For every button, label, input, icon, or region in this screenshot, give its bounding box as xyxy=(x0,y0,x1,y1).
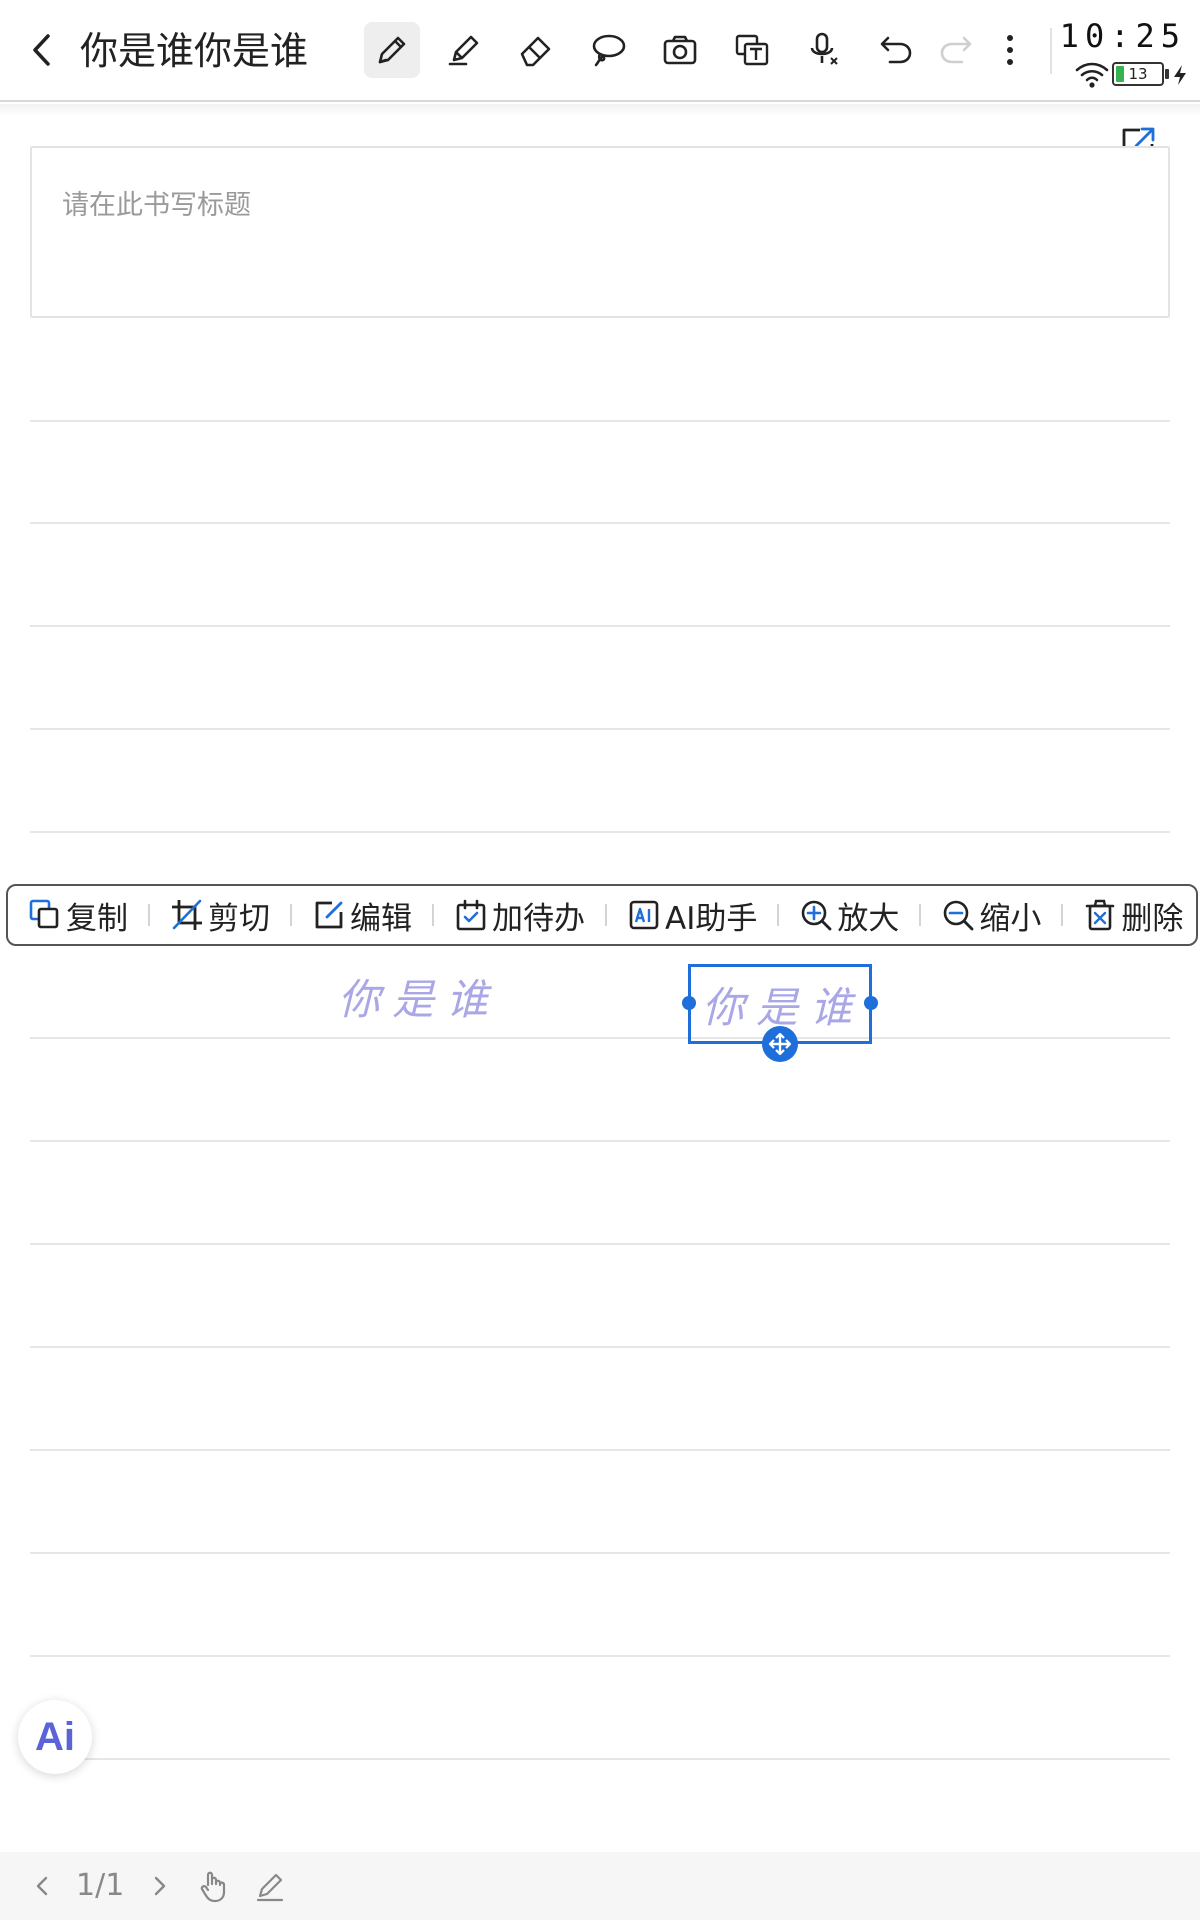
move-handle[interactable] xyxy=(762,1026,798,1062)
ai-icon xyxy=(629,900,659,930)
ruled-line xyxy=(30,1346,1170,1348)
note-canvas[interactable] xyxy=(0,104,1200,1852)
menu-separator xyxy=(919,904,922,926)
selection-context-menu: 复制 剪切 编辑 加待办 AI助手 放大 缩小 删除 xyxy=(6,884,1198,946)
pencil-icon xyxy=(256,1873,284,1902)
chevron-left-icon xyxy=(36,1876,48,1896)
lasso-icon xyxy=(592,34,626,67)
crop-icon xyxy=(172,899,202,930)
note-title[interactable]: 你是谁你是谁 xyxy=(80,26,308,76)
redo-button[interactable] xyxy=(928,22,984,78)
ruled-line xyxy=(30,1758,1170,1760)
toolbar-divider xyxy=(1050,28,1052,74)
back-button[interactable] xyxy=(22,30,62,70)
ruled-line xyxy=(30,420,1170,422)
ai-floating-button[interactable]: Ai xyxy=(18,1700,92,1774)
ruled-line xyxy=(30,1552,1170,1554)
ruled-line xyxy=(30,1140,1170,1142)
delete-label: 删除 xyxy=(1121,900,1184,937)
menu-separator xyxy=(1061,904,1064,926)
chevron-right-icon xyxy=(154,1876,166,1896)
microphone-icon xyxy=(810,32,838,65)
add-todo-label: 加待办 xyxy=(492,900,585,937)
title-input[interactable] xyxy=(60,180,1060,230)
eraser-icon xyxy=(520,36,551,67)
pen-tool-button[interactable] xyxy=(364,22,420,78)
hand-mode-button[interactable] xyxy=(196,1868,232,1904)
ai-assistant-label: AI助手 xyxy=(665,900,758,937)
todo-icon xyxy=(456,899,486,931)
undo-icon xyxy=(880,36,912,64)
battery-level: 13 xyxy=(1128,65,1148,83)
title-box xyxy=(30,146,1170,318)
menu-separator xyxy=(432,904,434,926)
ruled-line xyxy=(30,728,1170,730)
zoom-in-icon xyxy=(802,900,832,931)
handwriting-stroke[interactable]: 你是谁 xyxy=(338,966,500,1027)
lasso-tool-button[interactable] xyxy=(580,22,636,78)
copy-icon xyxy=(29,899,59,929)
cut-label: 剪切 xyxy=(208,900,270,937)
camera-icon xyxy=(663,35,697,65)
ruled-line xyxy=(30,1655,1170,1657)
eraser-tool-button[interactable] xyxy=(508,22,564,78)
ruled-line xyxy=(30,625,1170,627)
menu-separator xyxy=(777,904,780,926)
menu-separator xyxy=(605,904,607,926)
delete-button[interactable]: 删除 xyxy=(1083,886,1183,944)
ruled-line xyxy=(30,831,1170,833)
page-indicator: 1/1 xyxy=(76,1868,125,1903)
zoom-in-button[interactable]: 放大 xyxy=(799,886,899,944)
copy-label: 复制 xyxy=(66,900,128,937)
resize-handle-right[interactable] xyxy=(864,996,878,1010)
ai-logo-text: Ai xyxy=(35,1714,75,1759)
pen-mode-button[interactable] xyxy=(252,1868,288,1904)
next-page-button[interactable] xyxy=(142,1868,178,1904)
menu-separator xyxy=(290,904,292,926)
zoom-out-label: 缩小 xyxy=(979,900,1042,937)
previous-page-button[interactable] xyxy=(24,1868,60,1904)
ruled-line xyxy=(30,1449,1170,1451)
menu-separator xyxy=(148,904,150,926)
page-navigation-bar: 1/1 xyxy=(0,1852,1200,1920)
add-todo-button[interactable]: 加待办 xyxy=(454,886,585,944)
canvas-shadow xyxy=(0,104,1200,116)
highlighter-icon xyxy=(448,35,479,66)
edit-label: 编辑 xyxy=(350,900,412,937)
zoom-out-button[interactable]: 缩小 xyxy=(941,886,1041,944)
highlighter-tool-button[interactable] xyxy=(436,22,492,78)
ruled-line xyxy=(30,1243,1170,1245)
more-vertical-icon xyxy=(1007,35,1013,65)
cut-button[interactable]: 剪切 xyxy=(170,886,270,944)
top-toolbar: 你是谁你是谁 10:25 13 xyxy=(0,0,1200,102)
battery-cap xyxy=(1165,69,1169,79)
status-area: 10:25 13 xyxy=(1059,14,1192,94)
chevron-left-icon xyxy=(33,34,50,66)
redo-icon xyxy=(940,36,972,64)
clock: 10:25 xyxy=(1059,17,1186,55)
move-arrows-icon xyxy=(768,1032,792,1056)
zoom-in-label: 放大 xyxy=(837,900,900,937)
battery-icon: 13 xyxy=(1112,62,1164,86)
text-convert-icon xyxy=(735,34,769,66)
charging-icon xyxy=(1174,65,1186,85)
pen-icon xyxy=(378,36,406,64)
more-button[interactable] xyxy=(988,22,1032,78)
delete-icon xyxy=(1086,899,1115,931)
edit-button[interactable]: 编辑 xyxy=(312,886,412,944)
ruled-line xyxy=(30,522,1170,524)
resize-handle-left[interactable] xyxy=(682,996,696,1010)
ai-assistant-button[interactable]: AI助手 xyxy=(627,886,757,944)
hand-pointer-icon xyxy=(200,1871,226,1903)
camera-tool-button[interactable] xyxy=(652,22,708,78)
undo-button[interactable] xyxy=(868,22,924,78)
text-convert-tool-button[interactable] xyxy=(724,22,780,78)
copy-button[interactable]: 复制 xyxy=(28,886,128,944)
zoom-out-icon xyxy=(944,900,974,931)
edit-icon xyxy=(315,901,343,929)
ruled-line xyxy=(30,1037,1170,1039)
wifi-icon xyxy=(1075,62,1109,88)
voice-tool-button[interactable] xyxy=(796,22,852,78)
